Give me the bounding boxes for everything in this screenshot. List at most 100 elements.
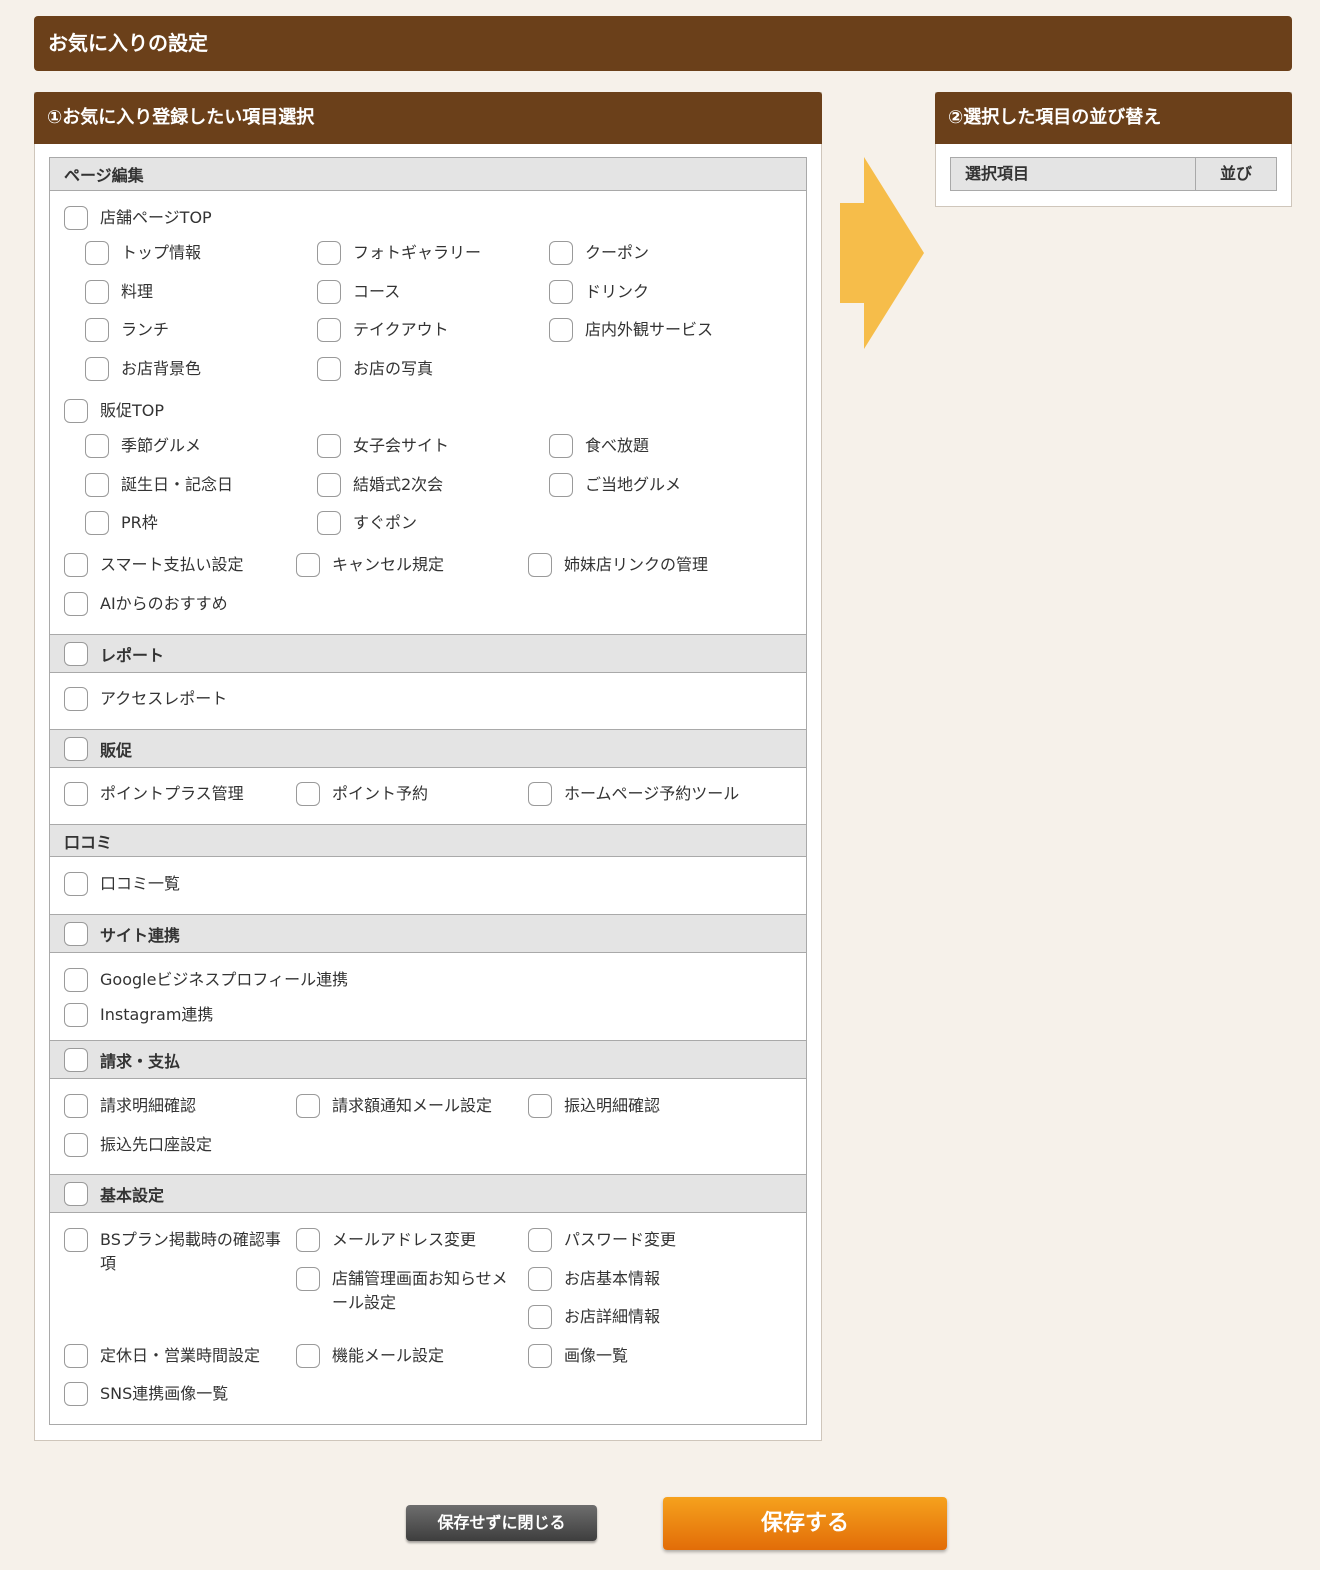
checkbox-birthday[interactable]: 誕生日・記念日	[85, 473, 233, 497]
checkbox-box[interactable]	[528, 1305, 552, 1329]
checkbox-box[interactable]	[296, 1094, 320, 1118]
checkbox-cancel-policy[interactable]: キャンセル規定	[296, 553, 444, 577]
checkbox-box[interactable]	[296, 1267, 320, 1291]
checkbox-box[interactable]	[85, 357, 109, 381]
checkbox-box[interactable]	[64, 1344, 88, 1368]
checkbox-smart-payment[interactable]: スマート支払い設定	[64, 553, 244, 577]
checkbox-lunch[interactable]: ランチ	[85, 318, 169, 342]
checkbox-box[interactable]	[64, 1382, 88, 1406]
checkbox-sugupon[interactable]: すぐポン	[317, 511, 417, 535]
save-button[interactable]: 保存する	[663, 1497, 947, 1550]
checkbox-local-gourmet[interactable]: ご当地グルメ	[549, 473, 681, 497]
checkbox-drink[interactable]: ドリンク	[549, 280, 649, 304]
checkbox-pr-frame[interactable]: PR枠	[85, 511, 158, 535]
close-without-saving-button[interactable]: 保存せずに閉じる	[406, 1505, 597, 1541]
checkbox-review-list[interactable]: 口コミ一覧	[64, 872, 180, 896]
checkbox-box[interactable]	[64, 1181, 88, 1206]
checkbox-transfer-detail[interactable]: 振込明細確認	[528, 1094, 660, 1118]
checkbox-box[interactable]	[64, 782, 88, 806]
checkbox-course[interactable]: コース	[317, 280, 400, 304]
checkbox-password-change[interactable]: パスワード変更	[528, 1228, 676, 1252]
checkbox-box[interactable]	[64, 399, 88, 423]
checkbox-coupon[interactable]: クーポン	[549, 241, 649, 265]
checkbox-photo-gallery[interactable]: フォトギャラリー	[317, 241, 481, 265]
checkbox-box[interactable]	[549, 318, 573, 342]
checkbox-seasonal[interactable]: 季節グルメ	[85, 434, 201, 458]
checkbox-box[interactable]	[64, 1094, 88, 1118]
checkbox-point-plus[interactable]: ポイントプラス管理	[64, 782, 244, 806]
checkbox-box[interactable]	[85, 473, 109, 497]
checkbox-box[interactable]	[85, 241, 109, 265]
checkbox-box[interactable]	[296, 1228, 320, 1252]
checkbox-box[interactable]	[64, 968, 88, 992]
checkbox-box[interactable]	[64, 872, 88, 896]
checkbox-box[interactable]	[64, 553, 88, 577]
checkbox-bg-color[interactable]: お店背景色	[85, 357, 201, 381]
checkbox-box[interactable]	[528, 782, 552, 806]
checkbox-hp-reserve-tool[interactable]: ホームページ予約ツール	[528, 782, 739, 806]
checkbox-food[interactable]: 料理	[85, 280, 153, 304]
checkbox-box[interactable]	[549, 241, 573, 265]
checkbox-box[interactable]	[85, 280, 109, 304]
checkbox-box[interactable]	[549, 473, 573, 497]
checkbox-business-hours[interactable]: 定休日・営業時間設定	[64, 1344, 260, 1368]
checkbox-box[interactable]	[528, 553, 552, 577]
checkbox-box[interactable]	[528, 1344, 552, 1368]
checkbox-all-you-can-eat[interactable]: 食べ放題	[549, 434, 649, 458]
checkbox-bs-plan[interactable]: BSプラン掲載時の確認事項	[64, 1228, 290, 1276]
checkbox-promo-top[interactable]: 販促TOP	[64, 399, 164, 423]
checkbox-box[interactable]	[528, 1228, 552, 1252]
checkbox-admin-notice-mail[interactable]: 店舗管理画面お知らせメール設定	[296, 1267, 517, 1315]
checkbox-box[interactable]	[549, 434, 573, 458]
checkbox-store-basic-info[interactable]: お店基本情報	[528, 1267, 660, 1291]
checkbox-box[interactable]	[64, 1133, 88, 1157]
section-header-site-link[interactable]: サイト連携	[50, 914, 806, 953]
checkbox-box[interactable]	[528, 1267, 552, 1291]
checkbox-box[interactable]	[317, 434, 341, 458]
checkbox-store-photos[interactable]: お店の写真	[317, 357, 433, 381]
checkbox-box[interactable]	[64, 206, 88, 230]
checkbox-invoice-mail[interactable]: 請求額通知メール設定	[296, 1094, 492, 1118]
checkbox-transfer-account[interactable]: 振込先口座設定	[64, 1133, 212, 1157]
checkbox-instagram[interactable]: Instagram連携	[64, 1003, 213, 1027]
checkbox-box[interactable]	[64, 641, 88, 666]
checkbox-box[interactable]	[64, 1003, 88, 1027]
checkbox-box[interactable]	[85, 511, 109, 535]
checkbox-box[interactable]	[317, 318, 341, 342]
checkbox-box[interactable]	[64, 592, 88, 616]
checkbox-store-detail-info[interactable]: お店詳細情報	[528, 1305, 660, 1329]
checkbox-store-top[interactable]: 店舗ページTOP	[64, 206, 212, 230]
checkbox-box[interactable]	[64, 1047, 88, 1072]
checkbox-box[interactable]	[317, 473, 341, 497]
checkbox-box[interactable]	[296, 1344, 320, 1368]
checkbox-function-mail[interactable]: 機能メール設定	[296, 1344, 444, 1368]
checkbox-top-info[interactable]: トップ情報	[85, 241, 201, 265]
checkbox-sns-image-list[interactable]: SNS連携画像一覧	[64, 1382, 228, 1406]
checkbox-box[interactable]	[317, 280, 341, 304]
checkbox-point-reserve[interactable]: ポイント予約	[296, 782, 428, 806]
checkbox-access-report[interactable]: アクセスレポート	[64, 687, 227, 711]
checkbox-box[interactable]	[85, 434, 109, 458]
checkbox-invoice-detail[interactable]: 請求明細確認	[64, 1094, 196, 1118]
checkbox-image-list[interactable]: 画像一覧	[528, 1344, 628, 1368]
checkbox-box[interactable]	[296, 553, 320, 577]
checkbox-box[interactable]	[317, 241, 341, 265]
checkbox-box[interactable]	[296, 782, 320, 806]
checkbox-google-business[interactable]: Googleビジネスプロフィール連携	[64, 968, 348, 992]
checkbox-box[interactable]	[549, 280, 573, 304]
checkbox-box[interactable]	[64, 687, 88, 711]
section-header-report[interactable]: レポート	[50, 634, 806, 673]
checkbox-sister-store-links[interactable]: 姉妹店リンクの管理	[528, 553, 708, 577]
checkbox-takeout[interactable]: テイクアウト	[317, 318, 449, 342]
checkbox-wedding-party[interactable]: 結婚式2次会	[317, 473, 443, 497]
checkbox-girls-party[interactable]: 女子会サイト	[317, 434, 449, 458]
checkbox-box[interactable]	[64, 921, 88, 946]
checkbox-box[interactable]	[64, 736, 88, 761]
checkbox-email-change[interactable]: メールアドレス変更	[296, 1228, 476, 1252]
checkbox-box[interactable]	[85, 318, 109, 342]
section-header-promotion[interactable]: 販促	[50, 729, 806, 768]
checkbox-box[interactable]	[317, 357, 341, 381]
section-header-basic[interactable]: 基本設定	[50, 1174, 806, 1213]
checkbox-ai-recommend[interactable]: AIからのおすすめ	[64, 592, 228, 616]
checkbox-box[interactable]	[64, 1228, 88, 1252]
